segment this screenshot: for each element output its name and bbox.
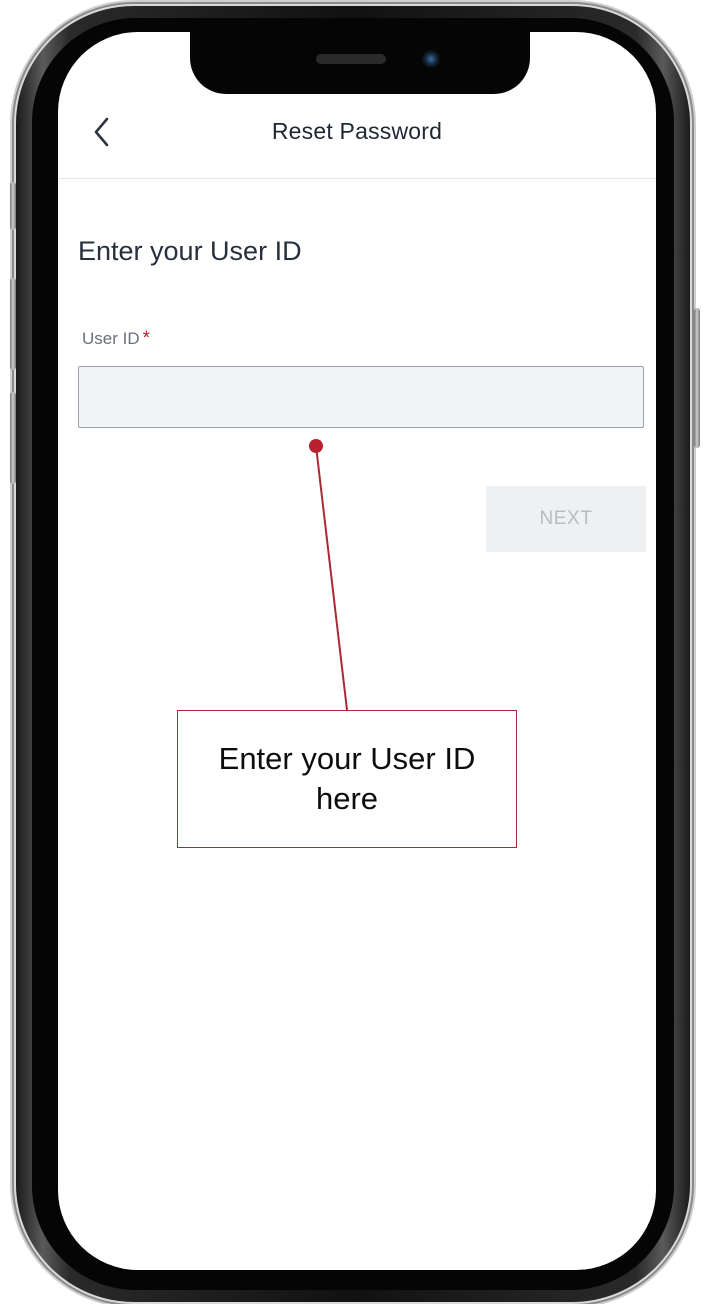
page-title: Reset Password xyxy=(271,118,443,144)
callout-box: Enter your User ID here xyxy=(177,710,517,848)
volume-up-button xyxy=(10,278,16,370)
silent-switch xyxy=(10,182,16,230)
power-button xyxy=(694,308,700,448)
user-id-input[interactable] xyxy=(78,366,644,428)
user-id-label: User ID * xyxy=(82,328,150,350)
required-marker: * xyxy=(142,328,151,349)
stage: Reset Password Enter your User ID User I… xyxy=(0,0,709,1304)
callout-text: Enter your User ID here xyxy=(218,741,476,816)
next-button[interactable]: NEXT xyxy=(486,486,646,552)
navigation-bar: Reset Password xyxy=(58,102,656,179)
front-camera xyxy=(422,50,440,68)
form-heading: Enter your User ID xyxy=(78,236,302,266)
user-id-label-text: User ID xyxy=(82,329,140,348)
phone-notch xyxy=(190,32,530,94)
speaker-grille xyxy=(316,54,386,64)
app-screen: Reset Password Enter your User ID User I… xyxy=(58,32,656,1270)
volume-down-button xyxy=(10,392,16,484)
